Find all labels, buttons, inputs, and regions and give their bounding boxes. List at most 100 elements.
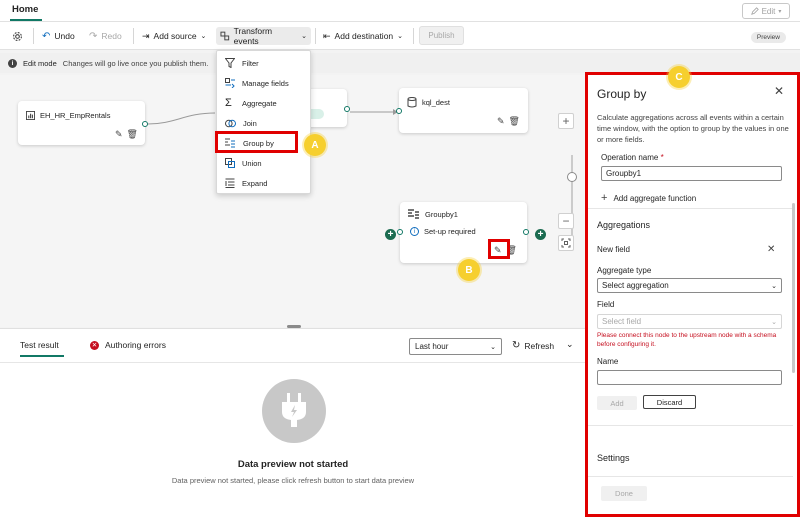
group-by-icon <box>408 209 419 219</box>
toolbar-divider <box>133 28 134 44</box>
filter-icon <box>225 58 235 68</box>
groupby-node-header: Groupby1 <box>408 209 458 219</box>
fit-screen-icon <box>561 238 571 248</box>
tab-test-result[interactable]: Test result <box>20 340 59 350</box>
undo-button[interactable]: ↶ Undo <box>38 27 79 45</box>
menu-item-label: Filter <box>242 58 259 68</box>
edit-icon[interactable]: ✎ <box>497 116 505 127</box>
bottom-panel: Test result ✕ Authoring errors Last hour… <box>0 328 586 517</box>
source-node-label: EH_HR_EmpRentals <box>40 111 111 120</box>
redo-icon: ↷ <box>89 30 98 42</box>
transform-icon <box>220 31 230 41</box>
chevron-down-icon: ⌄ <box>397 33 404 40</box>
database-icon <box>407 97 417 108</box>
groupby-node-output-port[interactable] <box>523 229 529 235</box>
toolbar: ↶ Undo ↷ Redo ⇥ Add source ⌄ Transform e… <box>0 22 800 50</box>
fit-to-screen-button[interactable] <box>558 235 574 251</box>
gear-icon <box>13 31 22 41</box>
collapse-panel-icon[interactable]: ⌄ <box>566 339 574 350</box>
undo-label: Undo <box>54 31 75 41</box>
highlight-box-b <box>488 239 510 259</box>
time-range-value: Last hour <box>415 342 449 351</box>
refresh-button[interactable]: ↻ Refresh <box>512 340 554 351</box>
edit-mode-message: Changes will go live once you publish th… <box>62 58 209 68</box>
menu-item-label: Manage fields <box>242 78 289 88</box>
toolbar-divider <box>33 28 34 44</box>
plus-icon: + <box>562 114 570 128</box>
zoom-slider-handle[interactable] <box>567 172 577 182</box>
join-icon <box>225 119 236 127</box>
empty-state-title: Data preview not started <box>237 459 349 470</box>
tab-test-result-label: Test result <box>20 340 59 350</box>
groupby-node-status-text: Set-up required <box>424 227 476 236</box>
transform-node-output-port[interactable] <box>344 106 350 112</box>
source-node-output-port[interactable] <box>142 121 148 127</box>
tab-home-underline <box>10 19 42 21</box>
manage-fields-icon <box>225 78 235 88</box>
refresh-icon: ↻ <box>512 340 521 351</box>
add-source-icon: ⇥ <box>142 30 150 41</box>
menu-item-aggregate[interactable]: Σ Aggregate <box>217 93 312 113</box>
eventhub-icon <box>26 111 35 120</box>
transform-events-button[interactable]: Transform events ⌄ <box>216 26 311 46</box>
destination-node-header: kql_dest <box>407 97 450 108</box>
tab-home[interactable]: Home <box>12 4 38 15</box>
menu-item-join[interactable]: Join <box>217 113 312 133</box>
destination-node[interactable]: kql_dest ✎ 🗑 <box>396 88 528 133</box>
chevron-down-icon: ▾ <box>778 8 782 15</box>
delete-icon[interactable]: 🗑 <box>509 116 520 127</box>
tab-authoring-errors[interactable]: ✕ Authoring errors <box>90 340 166 350</box>
chevron-down-icon: ⌄ <box>301 33 307 40</box>
menu-item-union[interactable]: Union <box>217 153 312 173</box>
redo-button[interactable]: ↷ Redo <box>85 27 126 45</box>
pencil-icon <box>750 7 759 15</box>
groupby-node-input-port[interactable] <box>397 229 403 235</box>
add-destination-button[interactable]: ⇤ Add destination ⌄ <box>319 27 407 45</box>
expand-icon <box>225 178 235 188</box>
info-icon: i <box>8 58 17 68</box>
edit-icon[interactable]: ✎ <box>115 129 123 140</box>
plug-illustration <box>262 379 326 443</box>
menu-item-manage-fields[interactable]: Manage fields <box>217 73 312 93</box>
plug-icon <box>282 393 306 427</box>
empty-state-message: Data preview not started, please click r… <box>171 476 415 485</box>
minus-icon: − <box>562 214 570 228</box>
source-node[interactable]: EH_HR_EmpRentals ✎ 🗑 <box>18 101 148 145</box>
menu-item-label: Aggregate <box>242 98 277 108</box>
zoom-in-button[interactable]: + <box>558 113 574 129</box>
error-circle-icon: ✕ <box>90 340 99 350</box>
menu-item-label: Expand <box>242 178 268 188</box>
add-before-icon[interactable]: + <box>385 229 396 240</box>
menu-item-expand[interactable]: Expand <box>217 173 312 193</box>
tab-authoring-errors-label: Authoring errors <box>105 340 166 350</box>
edit-mode-title: Edit mode <box>23 58 57 68</box>
refresh-label: Refresh <box>524 340 555 351</box>
chevron-down-icon: ⌄ <box>200 33 207 40</box>
redo-label: Redo <box>101 31 122 41</box>
publish-button[interactable]: Publish <box>419 26 464 45</box>
union-icon <box>225 158 235 168</box>
destination-node-input-port[interactable] <box>396 108 402 114</box>
time-range-select[interactable]: Last hour ⌄ <box>409 338 502 355</box>
destination-node-label: kql_dest <box>422 98 450 107</box>
edit-mode-button[interactable]: Edit ▾ <box>742 3 790 19</box>
menu-item-filter[interactable]: Filter <box>217 53 312 73</box>
add-after-icon[interactable]: + <box>535 229 546 240</box>
edit-mode-label: Edit <box>761 6 776 16</box>
source-node-actions: ✎ 🗑 <box>115 129 138 140</box>
toolbar-divider <box>315 28 316 44</box>
delete-icon[interactable]: 🗑 <box>127 129 138 140</box>
tab-test-result-underline <box>20 355 64 357</box>
add-destination-icon: ⇤ <box>323 30 331 41</box>
menu-item-label: Join <box>243 118 257 128</box>
highlight-box-c <box>585 72 800 517</box>
zoom-out-button[interactable]: − <box>558 213 574 229</box>
add-source-button[interactable]: ⇥ Add source ⌄ <box>138 27 210 45</box>
highlight-box-a <box>215 131 298 153</box>
info-circle-icon: i <box>410 227 419 236</box>
callout-b: B <box>458 259 480 281</box>
groupby-node-label: Groupby1 <box>425 209 458 219</box>
transform-events-menu: Filter Manage fields Σ Aggregate Join Gr… <box>216 50 311 194</box>
settings-button[interactable] <box>8 27 27 45</box>
top-tab-bar: Home Edit ▾ <box>0 0 800 22</box>
